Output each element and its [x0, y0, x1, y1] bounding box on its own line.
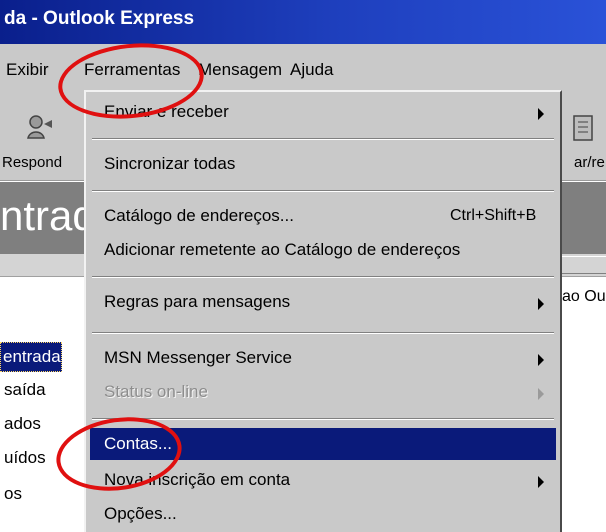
menu-item-options[interactable]: Opções... [104, 504, 177, 524]
folder-header-title: ntrad [0, 192, 96, 239]
submenu-arrow-icon [538, 388, 544, 400]
menu-separator [92, 276, 554, 278]
menu-exibir[interactable]: Exibir [6, 60, 49, 80]
menu-separator [92, 138, 554, 140]
address-book-shortcut: Ctrl+Shift+B [450, 207, 537, 224]
folder-item-sent[interactable]: ados [4, 414, 41, 434]
submenu-arrow-icon [538, 298, 544, 310]
menu-item-sync-all[interactable]: Sincronizar todas [104, 154, 235, 174]
menu-ajuda[interactable]: Ajuda [290, 60, 333, 80]
forward-icon[interactable] [570, 112, 600, 151]
title-bar: da - Outlook Express [0, 0, 606, 44]
reply-icon[interactable] [24, 112, 56, 147]
menu-item-add-sender[interactable]: Adicionar remetente ao Catálogo de ender… [104, 240, 460, 260]
menu-item-message-rules[interactable]: Regras para mensagens [104, 292, 290, 312]
menu-item-msn-messenger[interactable]: MSN Messenger Service [104, 348, 292, 368]
forward-button-label[interactable]: ar/re [574, 154, 605, 171]
submenu-arrow-icon [538, 476, 544, 488]
menu-item-status-online: Status on-line [104, 382, 208, 401]
menu-item-address-book[interactable]: Catálogo de endereços... [104, 206, 294, 226]
menu-separator [92, 418, 554, 420]
submenu-arrow-icon [538, 108, 544, 120]
folder-item-selected[interactable]: entrada [0, 342, 62, 372]
folder-item-deleted[interactable]: uídos [4, 448, 46, 468]
folder-item-drafts[interactable]: os [4, 484, 22, 504]
column-header-cell[interactable] [560, 256, 606, 274]
menu-separator [92, 332, 554, 334]
window-title: da - Outlook Express [4, 8, 195, 29]
side-panel-text: ao Ou [562, 288, 606, 305]
submenu-arrow-icon [538, 354, 544, 366]
menu-mensagem[interactable]: Mensagem [198, 60, 282, 80]
folder-label-inbox: entrada [3, 347, 61, 366]
menu-separator [92, 190, 554, 192]
reply-button-label[interactable]: Respond [2, 154, 62, 171]
folder-item-outbox[interactable]: saída [4, 380, 46, 400]
